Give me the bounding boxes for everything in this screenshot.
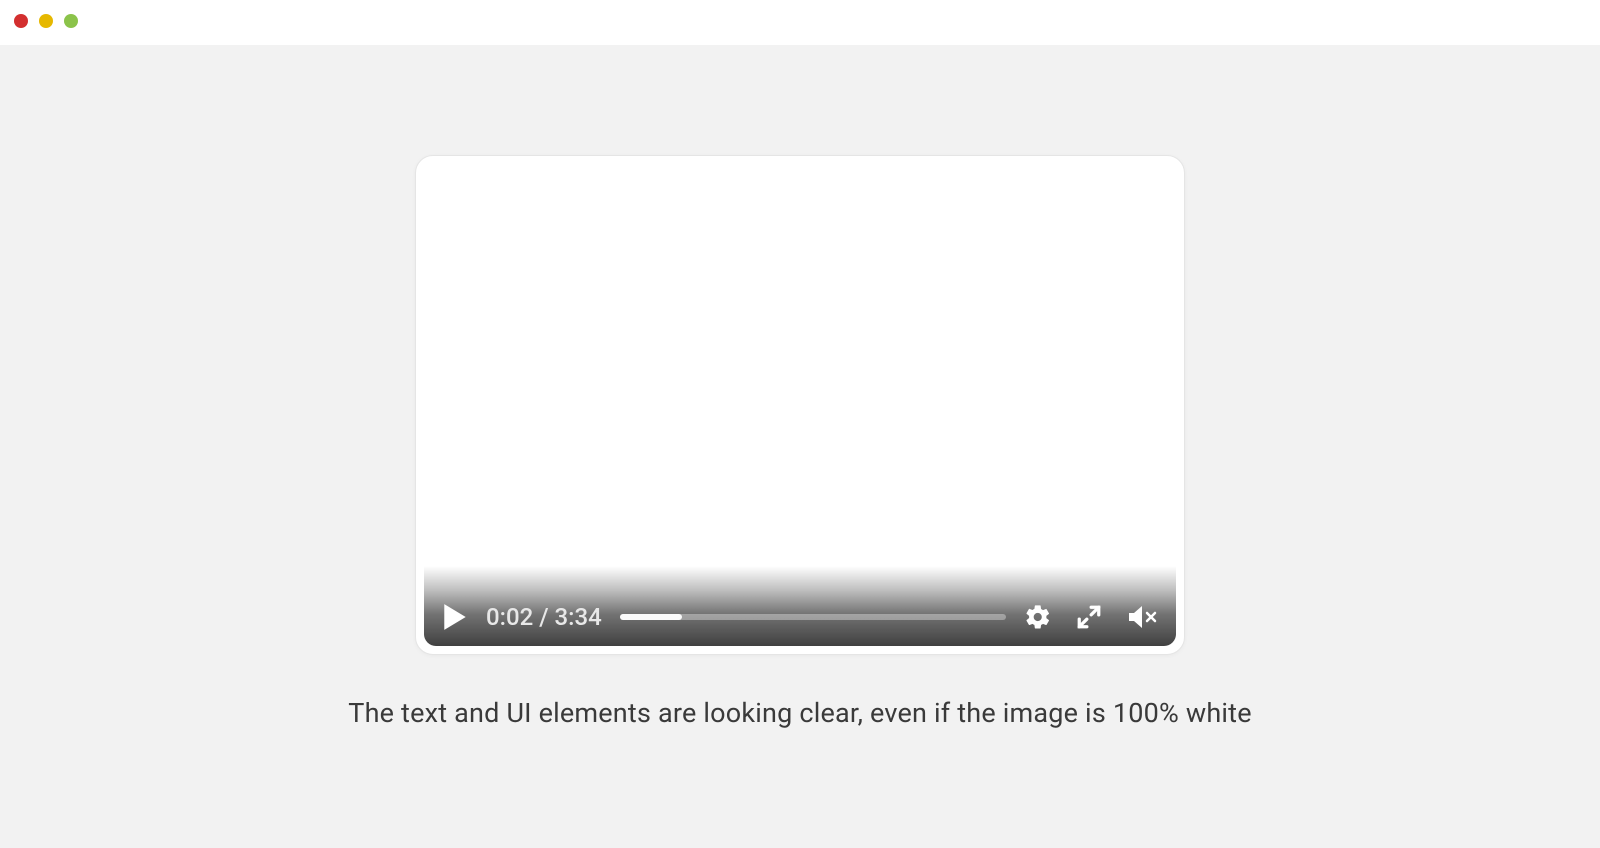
close-window-button[interactable] xyxy=(14,14,28,28)
volume-muted-icon xyxy=(1126,603,1158,631)
settings-button[interactable] xyxy=(1024,603,1052,631)
play-icon xyxy=(442,602,468,632)
page-body: 0:02 / 3:34 xyxy=(0,45,1600,848)
maximize-window-button[interactable] xyxy=(64,14,78,28)
video-control-bar: 0:02 / 3:34 xyxy=(424,566,1176,646)
progress-fill xyxy=(620,614,682,620)
caption-text: The text and UI elements are looking cle… xyxy=(348,697,1251,729)
mute-button[interactable] xyxy=(1126,603,1158,631)
window-traffic-lights xyxy=(14,14,78,28)
video-player-card: 0:02 / 3:34 xyxy=(415,155,1185,655)
gear-icon xyxy=(1024,603,1052,631)
video-surface[interactable]: 0:02 / 3:34 xyxy=(424,164,1176,646)
progress-bar[interactable] xyxy=(620,614,1006,620)
right-controls xyxy=(1024,603,1158,631)
time-display: 0:02 / 3:34 xyxy=(486,603,602,631)
fullscreen-button[interactable] xyxy=(1076,604,1102,630)
minimize-window-button[interactable] xyxy=(39,14,53,28)
play-button[interactable] xyxy=(442,602,468,632)
fullscreen-icon xyxy=(1076,604,1102,630)
